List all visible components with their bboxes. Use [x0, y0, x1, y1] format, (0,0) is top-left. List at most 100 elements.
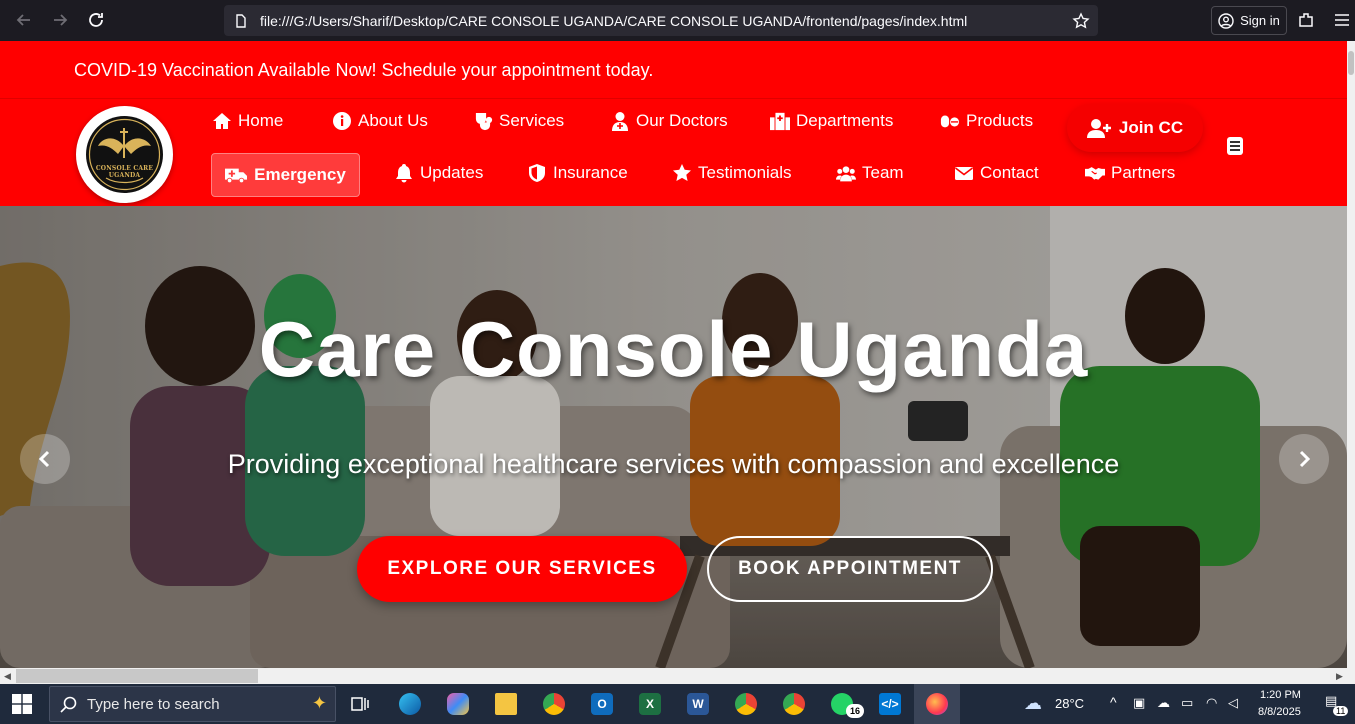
task-view-icon[interactable] — [346, 690, 374, 718]
nav-contact[interactable]: Contact — [954, 163, 1039, 183]
stethoscope-icon — [475, 113, 493, 131]
star-icon — [673, 164, 691, 181]
users-icon — [836, 166, 856, 182]
chrome-profile-2-icon[interactable] — [780, 690, 808, 718]
windows-start-icon[interactable] — [12, 694, 32, 714]
nav-updates[interactable]: Updates — [394, 163, 483, 183]
emergency-button[interactable]: Emergency — [211, 153, 360, 197]
nav-label: Departments — [796, 111, 894, 130]
tray-overflow-icon[interactable]: ^ — [1110, 694, 1117, 710]
hamburger-menu-icon[interactable] — [1227, 137, 1243, 155]
forward-icon[interactable] — [42, 2, 78, 38]
nav-label: Home — [238, 111, 284, 130]
tray-app-icon[interactable]: ▣ — [1133, 695, 1145, 711]
carousel-prev-button[interactable] — [20, 434, 70, 484]
nav-partners[interactable]: Partners — [1085, 163, 1175, 183]
nav-services[interactable]: Services — [473, 111, 564, 131]
page-viewport: COVID-19 Vaccination Available Now! Sche… — [0, 41, 1347, 668]
nav-label: Contact — [980, 163, 1039, 182]
account-icon — [1218, 12, 1234, 29]
announcement-text: COVID-19 Vaccination Available Now! Sche… — [74, 60, 654, 80]
join-cc-button[interactable]: Join CC — [1067, 104, 1203, 152]
nav-home[interactable]: Home — [212, 111, 283, 131]
search-icon — [60, 696, 77, 713]
join-cc-label: Join CC — [1118, 118, 1184, 137]
weather-temperature[interactable]: 28°C — [1055, 696, 1084, 711]
nav-products[interactable]: Products — [940, 111, 1033, 131]
horizontal-scrollbar[interactable]: ◀ ▶ — [0, 668, 1355, 684]
doctor-icon — [612, 112, 628, 131]
file-explorer-icon[interactable] — [492, 690, 520, 718]
envelope-icon — [955, 167, 973, 180]
nav-label: About Us — [358, 111, 428, 130]
hero-subtitle: Providing exceptional healthcare service… — [227, 449, 1120, 479]
book-appointment-button[interactable]: BOOK APPOINTMENT — [707, 536, 993, 602]
vscode-icon[interactable]: </> — [876, 690, 904, 718]
firefox-icon[interactable] — [923, 690, 951, 718]
nav-insurance[interactable]: Insurance — [527, 163, 628, 183]
carousel-next-button[interactable] — [1279, 434, 1329, 484]
address-bar[interactable]: file:///G:/Users/Sharif/Desktop/CARE CON… — [224, 5, 1098, 36]
browser-toolbar: file:///G:/Users/Sharif/Desktop/CARE CON… — [0, 0, 1355, 41]
whatsapp-badge: 16 — [846, 704, 864, 718]
chrome-icon[interactable] — [540, 690, 568, 718]
wifi-icon[interactable]: ◠ — [1206, 695, 1217, 711]
notification-count-badge: 11 — [1333, 706, 1349, 716]
pills-icon — [940, 115, 960, 128]
nav-label: Testimonials — [698, 163, 792, 182]
sign-in-button[interactable]: Sign in — [1211, 6, 1287, 35]
weather-cloud-icon[interactable]: ☁ — [1024, 693, 1042, 714]
file-icon — [236, 13, 246, 28]
clock-time[interactable]: 1:20 PM — [1260, 689, 1301, 701]
nav-label: Updates — [420, 163, 484, 182]
copilot-sparkle-icon: ✦ — [311, 693, 327, 713]
emergency-label: Emergency — [254, 165, 346, 184]
outlook-icon[interactable]: O — [588, 690, 616, 718]
nav-doctors[interactable]: Our Doctors — [610, 111, 728, 131]
excel-icon[interactable]: X — [636, 690, 664, 718]
bookmark-star-icon[interactable] — [1072, 11, 1090, 30]
clock-date[interactable]: 8/8/2025 — [1258, 706, 1301, 718]
taskbar-search-box[interactable]: Type here to search ✦ — [49, 686, 336, 722]
user-plus-icon — [1086, 119, 1111, 138]
hero-carousel: Care Console Uganda Providing exceptiona… — [0, 206, 1347, 668]
menu-icon[interactable] — [1333, 11, 1351, 29]
bell-icon — [396, 164, 412, 183]
hero-title: Care Console Uganda — [258, 305, 1089, 393]
nav-label: Partners — [1111, 163, 1176, 182]
reload-icon[interactable] — [78, 2, 114, 38]
nav-team[interactable]: Team — [836, 163, 904, 183]
chrome-profile-icon[interactable] — [732, 690, 760, 718]
chevron-right-icon — [1299, 450, 1311, 468]
site-logo[interactable]: CONSOLE CARE UGANDA — [76, 106, 173, 203]
nav-label: Team — [862, 163, 904, 182]
nav-label: Products — [966, 111, 1034, 130]
back-icon[interactable] — [6, 2, 42, 38]
copilot-icon[interactable] — [444, 690, 472, 718]
onedrive-icon[interactable]: ☁ — [1157, 695, 1170, 711]
windows-taskbar: Type here to search ✦ O X W 16 </> ☁ 28°… — [0, 684, 1355, 724]
shield-icon — [529, 164, 545, 182]
taskbar-search-placeholder: Type here to search — [87, 695, 220, 713]
url-text: file:///G:/Users/Sharif/Desktop/CARE CON… — [260, 12, 968, 29]
explore-services-button[interactable]: EXPLORE OUR SERVICES — [357, 536, 687, 602]
nav-about[interactable]: About Us — [332, 111, 428, 131]
nav-label: Insurance — [553, 163, 628, 182]
logo-emblem-icon — [88, 118, 161, 191]
extensions-icon[interactable] — [1297, 11, 1315, 29]
edge-icon[interactable] — [396, 690, 424, 718]
volume-icon[interactable]: ◁ — [1228, 695, 1238, 711]
ambulance-icon — [225, 168, 248, 184]
site-header: CONSOLE CARE UGANDA Home About Us Servic… — [0, 100, 1347, 206]
nav-testimonials[interactable]: Testimonials — [672, 163, 792, 183]
hospital-icon — [770, 112, 790, 131]
word-icon[interactable]: W — [684, 690, 712, 718]
vertical-scrollbar[interactable] — [1347, 41, 1355, 668]
chevron-left-icon — [38, 450, 50, 468]
logo-text: CONSOLE CARE UGANDA — [95, 165, 154, 179]
announcement-bar: COVID-19 Vaccination Available Now! Sche… — [0, 41, 1347, 99]
nav-label: Our Doctors — [636, 111, 728, 130]
info-icon — [333, 112, 351, 130]
battery-icon[interactable]: ▭ — [1181, 695, 1193, 711]
nav-departments[interactable]: Departments — [770, 111, 893, 131]
